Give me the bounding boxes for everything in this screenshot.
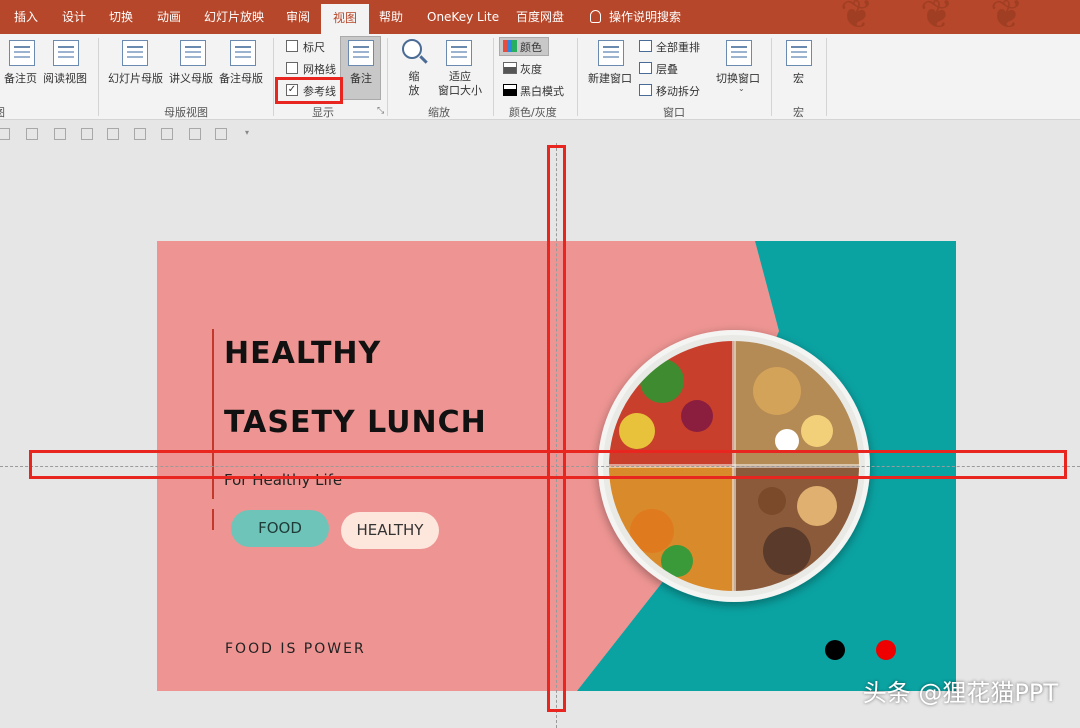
group-separator [98, 38, 99, 116]
customize-dropdown-icon[interactable]: ▾ [245, 128, 249, 137]
fit-to-window-button[interactable]: 适应 窗口大小 [432, 70, 488, 98]
black-white-swatch-icon[interactable] [503, 84, 517, 96]
notes-icon [348, 40, 374, 66]
zoom-handle [419, 55, 428, 64]
title-accent-line-short [212, 509, 214, 530]
handout-master-button[interactable]: 讲义母版 [169, 70, 213, 86]
ruler-checkbox[interactable] [286, 40, 298, 52]
tab-design[interactable]: 设计 [50, 0, 98, 34]
fit-label-2: 窗口大小 [438, 84, 482, 97]
group-separator [273, 38, 274, 116]
red-dot[interactable] [876, 640, 896, 660]
tab-slideshow[interactable]: 幻灯片放映 [192, 0, 276, 34]
zoom-button[interactable]: 缩 放 [403, 70, 425, 98]
crop-icon[interactable] [215, 128, 227, 140]
align-left-icon[interactable] [0, 128, 10, 140]
zoom-label-2: 放 [408, 84, 420, 97]
color-swatch-icon [503, 40, 517, 52]
group-separator [493, 38, 494, 116]
distribute-icon[interactable] [161, 128, 173, 140]
group-separator [771, 38, 772, 116]
align-middle-icon[interactable] [107, 128, 119, 140]
black-white-button[interactable]: 黑白模式 [520, 83, 564, 99]
notes-page-icon[interactable] [9, 40, 35, 66]
slide-title-line2[interactable]: TASETY LUNCH [224, 405, 487, 440]
ribbon: 备注页 阅读视图 图 幻灯片母版 讲义母版 备注母版 母版视图 标尺 网格线 ✓… [0, 34, 1080, 120]
move-split-button[interactable]: 移动拆分 [656, 83, 700, 99]
group-separator [826, 38, 827, 116]
slide-master-button[interactable]: 幻灯片母版 [108, 70, 163, 86]
black-dot[interactable] [825, 640, 845, 660]
ruler-label: 标尺 [303, 41, 325, 54]
quick-toolbar: ▾ [0, 120, 1080, 148]
lightbulb-icon [590, 10, 601, 23]
tab-animations[interactable]: 动画 [145, 0, 193, 34]
macro-icon[interactable] [786, 40, 812, 66]
tab-transitions[interactable]: 切换 [97, 0, 145, 34]
fit-to-window-icon[interactable] [446, 40, 472, 66]
tab-review[interactable]: 审阅 [274, 0, 322, 34]
views-group-label: 图 [0, 104, 5, 120]
tab-baidu-netdisk[interactable]: 百度网盘 [504, 0, 576, 34]
align-center-icon[interactable] [26, 128, 38, 140]
grayscale-swatch-icon[interactable] [503, 62, 517, 74]
group-separator [387, 38, 388, 116]
tell-me-label: 操作说明搜索 [609, 10, 682, 24]
align-top-icon[interactable] [81, 128, 93, 140]
tab-view[interactable]: 视图 [321, 4, 370, 34]
reading-view-button[interactable]: 阅读视图 [43, 70, 87, 86]
show-group-label: 显示 [312, 106, 334, 119]
cascade-button[interactable]: 层叠 [656, 61, 678, 77]
food-pill[interactable]: FOOD [231, 510, 329, 547]
healthy-pill[interactable]: HEALTHY [341, 512, 439, 549]
pin-icon[interactable] [189, 128, 201, 140]
notes-label: 备注 [350, 72, 372, 85]
zoom-label-1: 缩 [408, 70, 420, 83]
macros-group-label: 宏 [793, 106, 804, 119]
chevron-down-icon[interactable]: ⌄ [738, 84, 745, 93]
tell-me-search[interactable]: 操作说明搜索 [578, 0, 693, 34]
notes-master-button[interactable]: 备注母版 [219, 70, 263, 86]
guides-highlight-box [275, 77, 343, 104]
leaf-decoration-icon: ❦ [920, 0, 954, 34]
align-right-icon[interactable] [54, 128, 66, 140]
gridlines-checkbox[interactable] [286, 62, 298, 74]
slide-master-icon[interactable] [122, 40, 148, 66]
switch-windows-icon[interactable] [726, 40, 752, 66]
leaf-decoration-icon: ❦ [840, 0, 874, 34]
slide-title-line1[interactable]: HEALTHY [224, 336, 381, 371]
master-views-group-label: 母版视图 [164, 106, 208, 119]
ribbon-tab-bar: ❦ ❦ ❦ 插入 设计 切换 动画 幻灯片放映 审阅 视图 帮助 OneKey … [0, 0, 1080, 34]
leaf-decoration-icon: ❦ [990, 0, 1024, 34]
vertical-guide-highlight-box [547, 145, 566, 712]
notes-page-button[interactable]: 备注页 [4, 70, 37, 86]
new-window-icon[interactable] [598, 40, 624, 66]
grayscale-button[interactable]: 灰度 [520, 61, 542, 77]
move-split-icon[interactable] [639, 84, 652, 96]
reading-view-icon[interactable] [53, 40, 79, 66]
gridlines-label: 网格线 [303, 63, 336, 76]
zoom-group-label: 缩放 [428, 106, 450, 119]
tab-onekey-lite[interactable]: OneKey Lite [415, 0, 511, 34]
tab-help[interactable]: 帮助 [367, 0, 415, 34]
handout-master-icon[interactable] [180, 40, 206, 66]
new-window-button[interactable]: 新建窗口 [588, 70, 632, 86]
cascade-icon[interactable] [639, 62, 652, 74]
tab-insert[interactable]: 插入 [2, 0, 50, 34]
arrange-all-button[interactable]: 全部重排 [656, 39, 700, 55]
notes-master-icon[interactable] [230, 40, 256, 66]
arrange-all-icon[interactable] [639, 40, 652, 52]
watermark-text: 头条 @狸花猫PPT [862, 679, 1058, 707]
color-group-label: 颜色/灰度 [509, 106, 557, 119]
horizontal-guide-highlight-box [29, 450, 1067, 479]
slide-footer-text[interactable]: FOOD IS POWER [225, 641, 366, 657]
fit-label-1: 适应 [449, 70, 471, 83]
group-separator [577, 38, 578, 116]
macro-button[interactable]: 宏 [793, 70, 804, 86]
show-dialog-launcher-icon[interactable]: ⤡ [377, 106, 384, 116]
window-group-label: 窗口 [663, 106, 685, 119]
color-label: 颜色 [520, 41, 542, 54]
align-bottom-icon[interactable] [134, 128, 146, 140]
